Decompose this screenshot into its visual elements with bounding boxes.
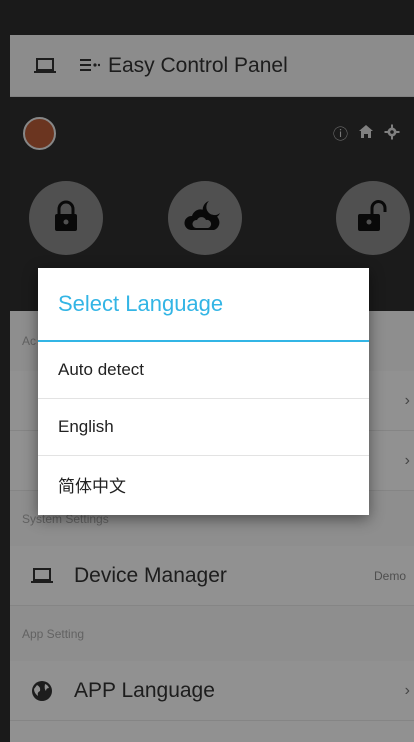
language-dialog: Select Language Auto detect English 简体中文 xyxy=(38,268,369,515)
app-window: Easy Control Panel ⓘ Ac › › System Setti… xyxy=(10,0,414,742)
dialog-title: Select Language xyxy=(38,268,369,342)
language-option-english[interactable]: English xyxy=(38,399,369,456)
language-option-chinese[interactable]: 简体中文 xyxy=(38,456,369,513)
language-option-auto[interactable]: Auto detect xyxy=(38,342,369,399)
